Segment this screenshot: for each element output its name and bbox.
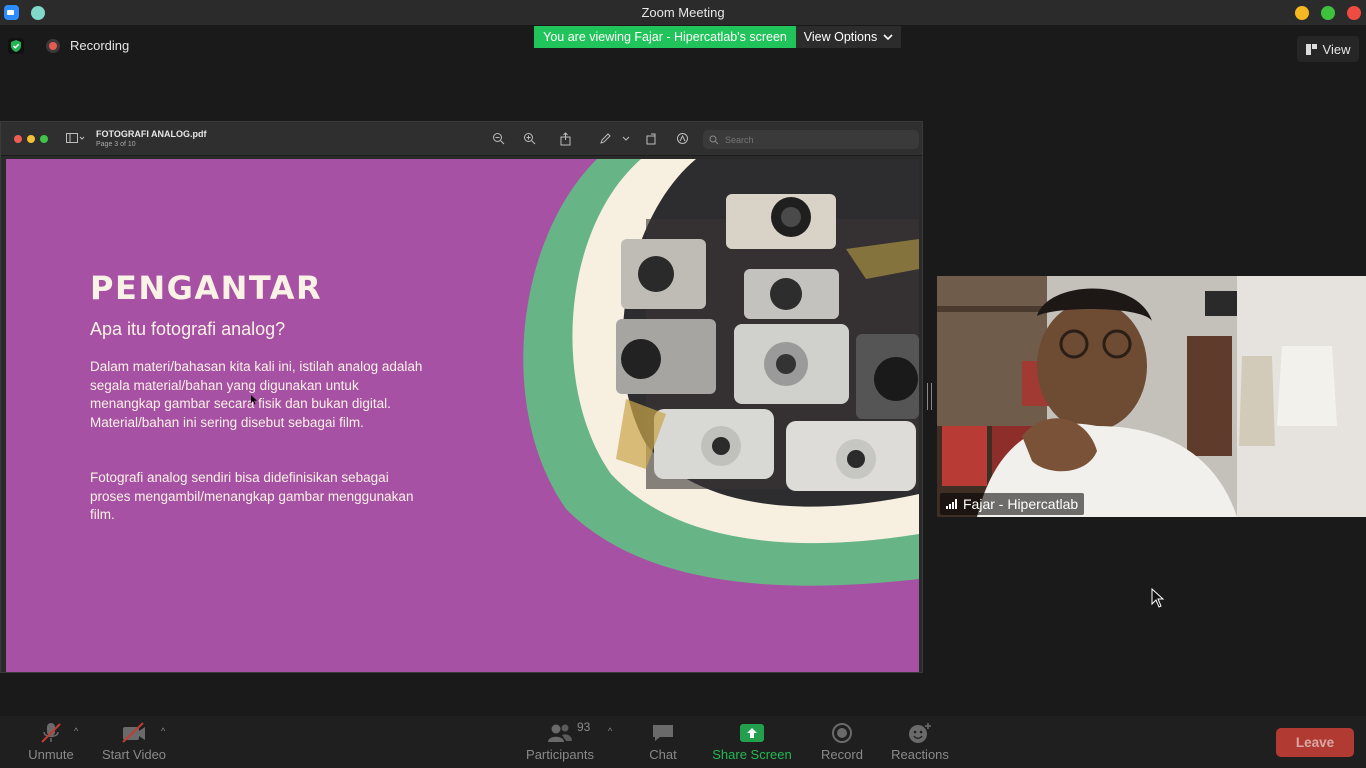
recording-dot-icon [46, 38, 60, 53]
unmute-label: Unmute [28, 747, 74, 762]
slide-paragraph-1: Dalam materi/bahasan kita kali ini, isti… [90, 359, 423, 430]
recording-label: Recording [70, 38, 130, 53]
participants-button[interactable]: 93 Participants [520, 716, 600, 768]
participant-name: Fajar - Hipercatlab [963, 496, 1079, 512]
pdf-toolbar: FOTOGRAFI ANALOG.pdf Page 3 of 10 [1, 122, 922, 156]
markup-dropdown-icon[interactable] [621, 132, 631, 146]
participants-label: Participants [526, 747, 594, 762]
muted-microphone-icon [38, 722, 64, 744]
chat-label: Chat [649, 747, 677, 762]
zoom-out-icon[interactable] [491, 132, 505, 146]
layout-icon [1305, 43, 1317, 55]
chevron-down-icon [883, 34, 893, 41]
chat-bubble-icon [651, 722, 675, 744]
minimize-button[interactable] [1295, 6, 1309, 20]
pdf-search-input[interactable] [725, 134, 905, 145]
view-options-label: View Options [803, 30, 878, 44]
video-off-icon [120, 722, 148, 744]
slide-page: PENGANTAR Apa itu fotografi analog? Dala… [6, 159, 919, 672]
record-label: Record [821, 747, 863, 762]
leave-button[interactable]: Leave [1276, 728, 1354, 757]
view-layout-button[interactable]: View [1297, 36, 1359, 62]
viewing-screen-banner: You are viewing Fajar - Hipercatlab's sc… [534, 26, 796, 48]
maximize-button[interactable] [1321, 6, 1335, 20]
search-icon [709, 135, 719, 144]
markup-pen-icon[interactable] [598, 132, 612, 146]
audio-options-caret-icon[interactable]: ^ [74, 726, 78, 736]
chat-button[interactable]: Chat [640, 716, 686, 768]
participants-icon: 93 [547, 720, 590, 744]
participant-video[interactable]: Fajar - Hipercatlab [937, 276, 1366, 517]
reactions-label: Reactions [891, 747, 949, 762]
annotate-icon[interactable] [675, 132, 689, 146]
video-frame-image [937, 276, 1366, 517]
share-screen-icon [739, 722, 765, 744]
mac-close-icon[interactable] [14, 135, 22, 143]
view-options-button[interactable]: View Options [796, 26, 901, 48]
record-icon [831, 722, 853, 744]
mac-zoom-icon[interactable] [40, 135, 48, 143]
view-label: View [1322, 41, 1351, 57]
participants-options-caret-icon[interactable]: ^ [608, 726, 612, 736]
security-shield-icon[interactable] [8, 38, 24, 54]
split-view-resize-handle[interactable] [927, 383, 932, 410]
unmute-button[interactable]: Unmute [22, 716, 80, 768]
pdf-page-info: Page 3 of 10 [96, 141, 136, 148]
shared-cursor-icon [251, 395, 257, 405]
participants-count: 93 [577, 720, 591, 734]
share-screen-button[interactable]: Share Screen [708, 716, 796, 768]
slide-paragraph-2: Fotografi analog sendiri bisa didefinisi… [90, 470, 414, 523]
sidebar-toggle-icon[interactable] [66, 132, 86, 146]
mouse-cursor-icon [1151, 588, 1165, 608]
window-titlebar: Zoom Meeting [0, 0, 1366, 25]
meeting-controls-bar: Unmute ^ Start Video ^ 93 Participants ^… [0, 716, 1366, 768]
video-options-caret-icon[interactable]: ^ [161, 726, 165, 736]
participant-name-tag: Fajar - Hipercatlab [940, 493, 1085, 515]
slide-title: PENGANTAR [90, 269, 323, 307]
share-icon[interactable] [558, 132, 572, 146]
reactions-button[interactable]: Reactions [888, 716, 952, 768]
share-screen-label: Share Screen [712, 747, 792, 762]
start-video-button[interactable]: Start Video [98, 716, 170, 768]
signal-strength-icon [946, 499, 957, 509]
shared-screen[interactable]: FOTOGRAFI ANALOG.pdf Page 3 of 10 Search… [0, 121, 923, 673]
slide-subtitle: Apa itu fotografi analog? [90, 319, 286, 339]
mac-minimize-icon[interactable] [27, 135, 35, 143]
rotate-icon[interactable] [644, 132, 658, 146]
recording-indicator[interactable]: Recording [46, 38, 129, 53]
close-button[interactable] [1347, 6, 1361, 20]
start-video-label: Start Video [101, 747, 167, 762]
record-button[interactable]: Record [816, 716, 868, 768]
pdf-filename: FOTOGRAFI ANALOG.pdf [96, 129, 207, 139]
camera-collage-image [616, 194, 919, 491]
window-title: Zoom Meeting [641, 5, 725, 20]
zoom-in-icon[interactable] [522, 132, 536, 146]
pdf-search-field[interactable] [703, 130, 919, 149]
reactions-smiley-icon [907, 722, 933, 744]
